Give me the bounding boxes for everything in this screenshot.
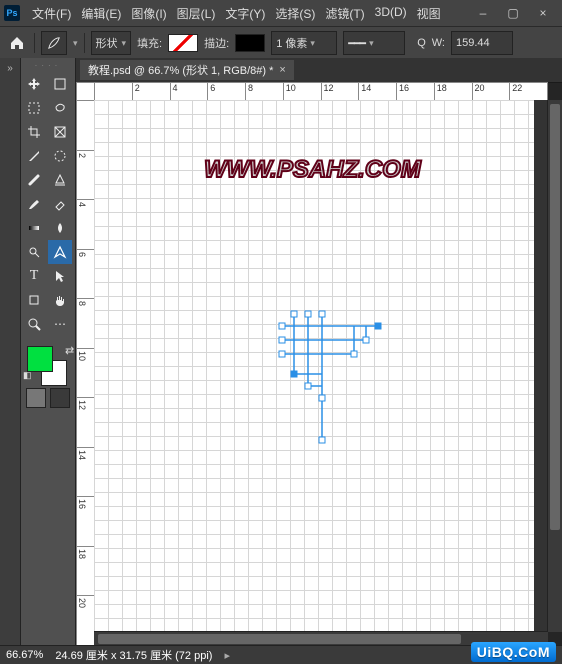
menu-view[interactable]: 视图 <box>413 3 445 24</box>
menu-3d[interactable]: 3D(D) <box>371 3 411 24</box>
workspace: » ···· T ⋯ ⇄ <box>0 58 562 646</box>
menu-image[interactable]: 图像(I) <box>127 3 170 24</box>
divider <box>34 33 35 53</box>
menu-edit[interactable]: 编辑(E) <box>77 3 125 24</box>
toolbox-handle[interactable]: ···· <box>21 60 75 70</box>
stroke-width-input[interactable]: 1 像素▾ <box>271 31 337 55</box>
standard-mode[interactable] <box>26 388 46 408</box>
menu-filter[interactable]: 滤镜(T) <box>321 3 368 24</box>
canvas[interactable]: WWW.PSAHZ.COM <box>94 100 534 632</box>
blur-tool[interactable] <box>48 216 72 240</box>
fill-label: 填充: <box>137 35 162 51</box>
menubar: 文件(F) 编辑(E) 图像(I) 图层(L) 文字(Y) 选择(S) 滤镜(T… <box>28 3 468 24</box>
chevron-down-icon[interactable]: ▾ <box>73 38 78 49</box>
color-swatches: ⇄ ◧ <box>21 342 75 384</box>
tab-bar: 教程.psd @ 66.7% (形状 1, RGB/8#) * × <box>76 58 562 83</box>
foreground-color[interactable] <box>27 346 53 372</box>
scrollbar-vertical[interactable] <box>547 100 562 632</box>
shape-mode-label: 形状 <box>96 35 118 51</box>
menu-file[interactable]: 文件(F) <box>28 3 75 24</box>
app-logo: Ps <box>4 5 20 21</box>
chevron-right-icon[interactable]: » <box>0 58 20 78</box>
document-area: 教程.psd @ 66.7% (形状 1, RGB/8#) * × 2 4 6 … <box>76 58 562 646</box>
menu-type[interactable]: 文字(Y) <box>221 3 269 24</box>
stroke-style-dropdown[interactable]: ━━━ ▾ <box>343 31 405 55</box>
width-input[interactable]: 159.44 <box>451 31 513 55</box>
move-tool[interactable] <box>22 72 46 96</box>
eyedropper-tool[interactable] <box>22 144 46 168</box>
eraser-tool[interactable] <box>48 192 72 216</box>
vector-shape[interactable] <box>282 314 402 444</box>
minimize-button[interactable]: – <box>468 2 498 24</box>
hand-tool[interactable] <box>48 288 72 312</box>
ruler-corner <box>76 82 96 102</box>
artboard-tool[interactable] <box>48 72 72 96</box>
chevron-down-icon: ▾ <box>122 38 127 49</box>
window-controls: – ▢ × <box>468 2 558 24</box>
document-tab[interactable]: 教程.psd @ 66.7% (形状 1, RGB/8#) * × <box>80 60 294 80</box>
scrollbar-thumb[interactable] <box>550 104 560 530</box>
toolbox: ···· T ⋯ ⇄ <box>21 58 76 646</box>
gear-icon[interactable]: Q <box>417 37 426 49</box>
pen-tool[interactable] <box>48 240 72 264</box>
gradient-tool[interactable] <box>22 216 46 240</box>
fill-swatch[interactable] <box>168 34 198 52</box>
ruler-vertical[interactable]: 2 4 6 8 10 12 14 16 18 20 <box>76 100 96 646</box>
scrollbar-thumb[interactable] <box>98 634 461 644</box>
tool-preset-picker[interactable] <box>41 31 67 55</box>
canvas-viewport[interactable]: WWW.PSAHZ.COM <box>94 100 548 632</box>
quick-select-tool[interactable] <box>48 144 72 168</box>
swap-colors-icon[interactable]: ⇄ <box>65 344 74 357</box>
close-button[interactable]: × <box>528 2 558 24</box>
frame-tool[interactable] <box>48 120 72 144</box>
stroke-label: 描边: <box>204 35 229 51</box>
chevron-down-icon: ▾ <box>369 38 374 49</box>
watermark-text: WWW.PSAHZ.COM <box>204 156 421 184</box>
titlebar: Ps 文件(F) 编辑(E) 图像(I) 图层(L) 文字(Y) 选择(S) 滤… <box>0 0 562 27</box>
type-tool[interactable]: T <box>22 264 46 288</box>
shape-tool[interactable] <box>22 288 46 312</box>
stroke-swatch[interactable] <box>235 34 265 52</box>
ruler-horizontal[interactable]: 2 4 6 8 10 12 14 16 18 20 22 <box>94 82 548 102</box>
lasso-tool[interactable] <box>48 96 72 120</box>
path-select-tool[interactable] <box>48 264 72 288</box>
options-bar: ▾ 形状 ▾ 填充: 描边: 1 像素▾ ━━━ ▾ Q W: 159.44 <box>0 27 562 60</box>
close-icon[interactable]: × <box>279 64 285 76</box>
edit-toolbar[interactable]: ⋯ <box>48 312 72 336</box>
menu-select[interactable]: 选择(S) <box>271 3 319 24</box>
chevron-down-icon: ▾ <box>310 38 315 49</box>
divider <box>84 33 85 53</box>
clone-stamp-tool[interactable] <box>48 168 72 192</box>
left-panel-strip: » <box>0 58 21 646</box>
site-watermark: UiBQ.CoM <box>471 642 556 662</box>
menu-layer[interactable]: 图层(L) <box>173 3 220 24</box>
home-icon[interactable] <box>6 32 28 54</box>
zoom-level[interactable]: 66.67% <box>6 649 43 661</box>
document-info[interactable]: 24.69 厘米 x 31.75 厘米 (72 ppi) <box>55 647 212 663</box>
width-label: W: <box>432 37 445 49</box>
brush-tool[interactable] <box>22 192 46 216</box>
healing-tool[interactable] <box>22 168 46 192</box>
mask-mode <box>21 388 75 408</box>
tab-title: 教程.psd @ 66.7% (形状 1, RGB/8#) * <box>88 62 273 78</box>
dodge-tool[interactable] <box>22 240 46 264</box>
chevron-right-icon[interactable]: ▸ <box>224 649 230 662</box>
maximize-button[interactable]: ▢ <box>498 2 528 24</box>
shape-mode-dropdown[interactable]: 形状 ▾ <box>91 31 132 55</box>
crop-tool[interactable] <box>22 120 46 144</box>
zoom-tool[interactable] <box>22 312 46 336</box>
quickmask-mode[interactable] <box>50 388 70 408</box>
marquee-tool[interactable] <box>22 96 46 120</box>
